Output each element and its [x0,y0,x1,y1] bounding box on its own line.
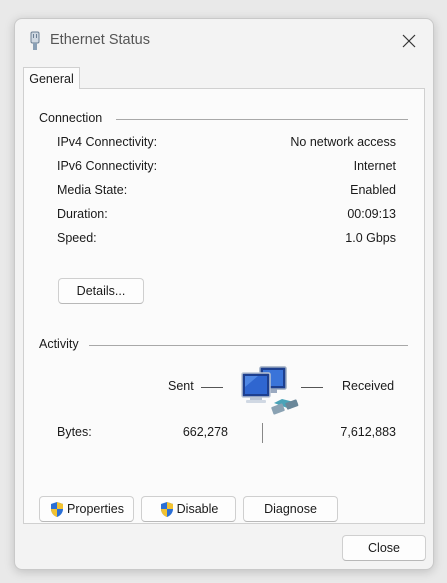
uac-shield-icon [160,501,173,517]
bytes-label: Bytes: [57,425,92,439]
tab-general[interactable]: General [23,67,80,89]
disable-button[interactable]: Disable [141,496,236,522]
activity-heading: Activity [39,337,79,351]
close-button[interactable]: Close [342,535,426,561]
sent-line [201,387,223,388]
uac-shield-icon [51,501,63,517]
details-button[interactable]: Details... [58,278,144,304]
ethernet-status-window: Ethernet Status General Connection IPv4 … [14,18,434,570]
disable-label: Disable [176,502,219,516]
duration-value: 00:09:13 [347,207,396,221]
duration-label: Duration: [57,207,108,221]
ipv6-connectivity-value: Internet [353,159,396,173]
media-state-label: Media State: [57,183,128,197]
received-label: Received [342,379,395,393]
activity-divider [89,345,408,346]
bytes-separator [262,423,263,443]
ethernet-cable-icon [30,31,40,50]
network-computers-icon [241,366,299,415]
properties-button[interactable]: Properties [39,496,134,522]
received-line [301,387,323,388]
close-icon[interactable] [397,29,421,53]
speed-label: Speed: [57,231,97,245]
general-panel: Connection IPv4 Connectivity: No network… [23,88,425,524]
connection-divider [116,119,408,120]
sent-label: Sent [168,379,194,393]
ipv6-connectivity-label: IPv6 Connectivity: [57,159,158,173]
ipv4-connectivity-value: No network access [290,135,396,149]
bytes-sent-value: 662,278 [182,425,228,439]
window-title: Ethernet Status [50,32,150,48]
media-state-value: Enabled [350,183,396,197]
speed-value: 1.0 Gbps [345,231,396,245]
ipv4-connectivity-label: IPv4 Connectivity: [57,135,158,149]
connection-heading: Connection [39,111,103,125]
title-bar: Ethernet Status [15,19,433,63]
bytes-received-value: 7,612,883 [340,425,396,439]
diagnose-button[interactable]: Diagnose [243,496,338,522]
properties-label: Properties [67,502,124,516]
